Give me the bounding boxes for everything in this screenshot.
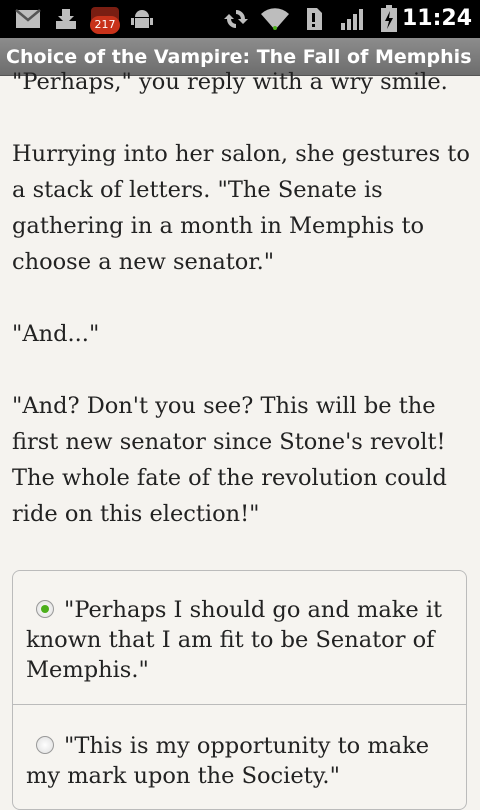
download-icon[interactable] <box>52 0 80 38</box>
choice-option[interactable]: "Perhaps I should go and make it known t… <box>13 571 466 704</box>
choice-list: "Perhaps I should go and make it known t… <box>12 570 467 810</box>
battery-charging-icon <box>378 0 400 38</box>
choice-label: "This is my opportunity to make my mark … <box>26 733 430 789</box>
choice-label: "Perhaps I should go and make it known t… <box>26 597 443 683</box>
story-paragraph: "And? Don't you see? This will be the fi… <box>12 393 447 527</box>
status-bar: 217 11:24 <box>0 0 480 38</box>
story-paragraph: Hurrying into her salon, she gestures to… <box>12 141 470 275</box>
radio-button[interactable] <box>36 736 54 754</box>
story-text: "Perhaps," you reply with a wry smile. H… <box>12 64 474 568</box>
gmail-icon[interactable] <box>14 0 42 38</box>
radio-button-selected[interactable] <box>36 600 54 618</box>
wifi-icon <box>258 0 292 38</box>
sync-icon <box>222 0 250 38</box>
android-debug-icon[interactable] <box>128 0 156 38</box>
alert-icon <box>302 0 324 38</box>
choice-option[interactable]: "This is my opportunity to make my mark … <box>13 704 466 809</box>
story-paragraph: "And..." <box>12 321 100 347</box>
signal-icon <box>338 0 366 38</box>
story-paragraph: "Perhaps," you reply with a wry smile. <box>12 69 448 95</box>
clock: 11:24 <box>401 6 472 31</box>
notification-count-badge: 217 <box>90 16 120 34</box>
